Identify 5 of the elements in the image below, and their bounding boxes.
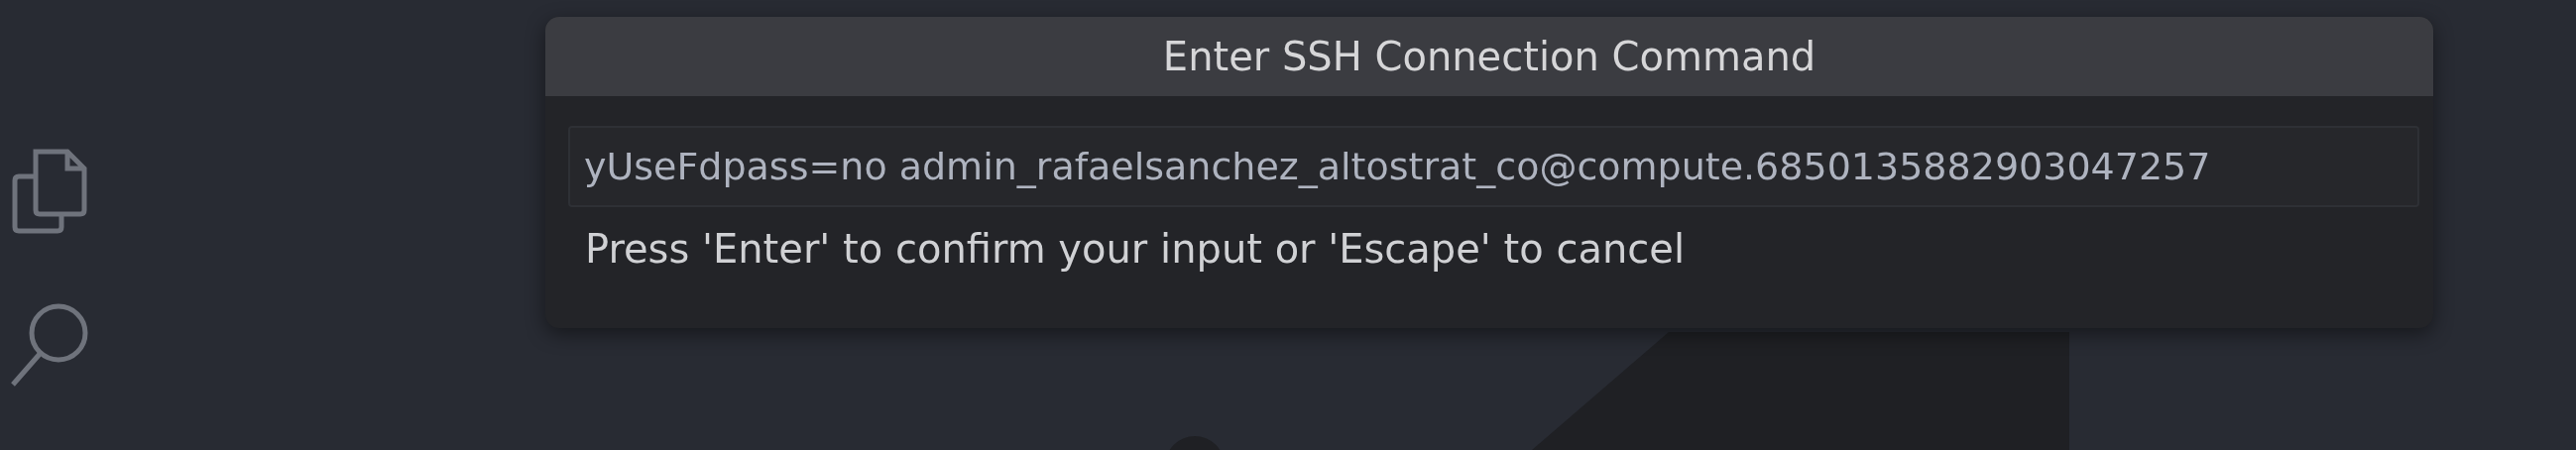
files-icon[interactable] — [12, 149, 87, 234]
search-icon[interactable] — [10, 303, 89, 387]
input-field[interactable]: yUseFdpass=no admin_rafaelsanchez_altostrat_co@compute.6850135882903047257 — [568, 126, 2419, 207]
dialog-title: Enter SSH Connection Command — [545, 17, 2433, 96]
input-hint: Press 'Enter' to confirm your input or 'Escape' to cancel — [585, 225, 1687, 274]
